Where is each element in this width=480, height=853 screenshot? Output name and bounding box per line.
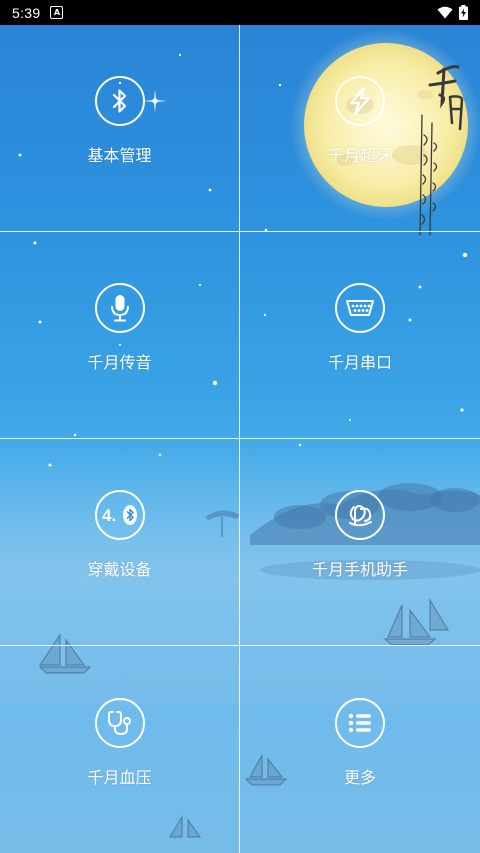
- menu-item-qianyue-super-tooth[interactable]: 千月超牙: [240, 25, 480, 232]
- menu-item-more[interactable]: 更多: [240, 646, 480, 853]
- serial-port-icon: [335, 283, 385, 333]
- menu-item-label: 基本管理: [87, 146, 152, 165]
- menu-item-qianyue-blood-pressure[interactable]: 千月血压: [0, 646, 240, 853]
- menu-item-basic-management[interactable]: 基本管理: [0, 25, 240, 232]
- menu-item-label: 千月串口: [327, 353, 392, 372]
- status-icons: [437, 5, 468, 20]
- menu-item-label: 千月手机助手: [311, 560, 408, 579]
- wifi-icon: [437, 6, 453, 19]
- bluetooth-icon: [94, 76, 145, 126]
- menu-item-qianyue-serial-port[interactable]: 千月串口: [240, 232, 480, 439]
- microphone-icon: [94, 283, 145, 333]
- phone-assistant-logo-icon: [335, 490, 385, 540]
- svg-text:4.: 4.: [102, 506, 116, 525]
- list-icon: [335, 697, 385, 748]
- menu-grid: 基本管理 千月超牙 千月传音 千月串口 4. 穿戴设备 千月手机助手 千月血压 …: [0, 25, 480, 853]
- menu-item-qianyue-voice[interactable]: 千月传音: [0, 232, 240, 439]
- status-time: 5:39: [12, 4, 41, 21]
- menu-item-label: 更多: [343, 767, 376, 787]
- menu-item-label: 穿戴设备: [87, 560, 152, 579]
- app-content: 基本管理 千月超牙 千月传音 千月串口 4. 穿戴设备 千月手机助手 千月血压 …: [0, 25, 480, 853]
- lightning-icon: [335, 76, 385, 126]
- battery-charging-icon: [459, 5, 468, 20]
- menu-item-qianyue-phone-assistant[interactable]: 千月手机助手: [240, 439, 480, 646]
- menu-item-label: 千月超牙: [327, 146, 392, 165]
- menu-item-label: 千月传音: [87, 353, 152, 372]
- a-box-icon: A: [50, 6, 64, 19]
- bluetooth-4-icon: 4.: [94, 490, 145, 540]
- menu-item-wearable-devices[interactable]: 4. 穿戴设备: [0, 439, 240, 646]
- menu-item-label: 千月血压: [87, 767, 152, 787]
- stethoscope-icon: [94, 697, 145, 748]
- status-bar: 5:39 A: [0, 0, 480, 25]
